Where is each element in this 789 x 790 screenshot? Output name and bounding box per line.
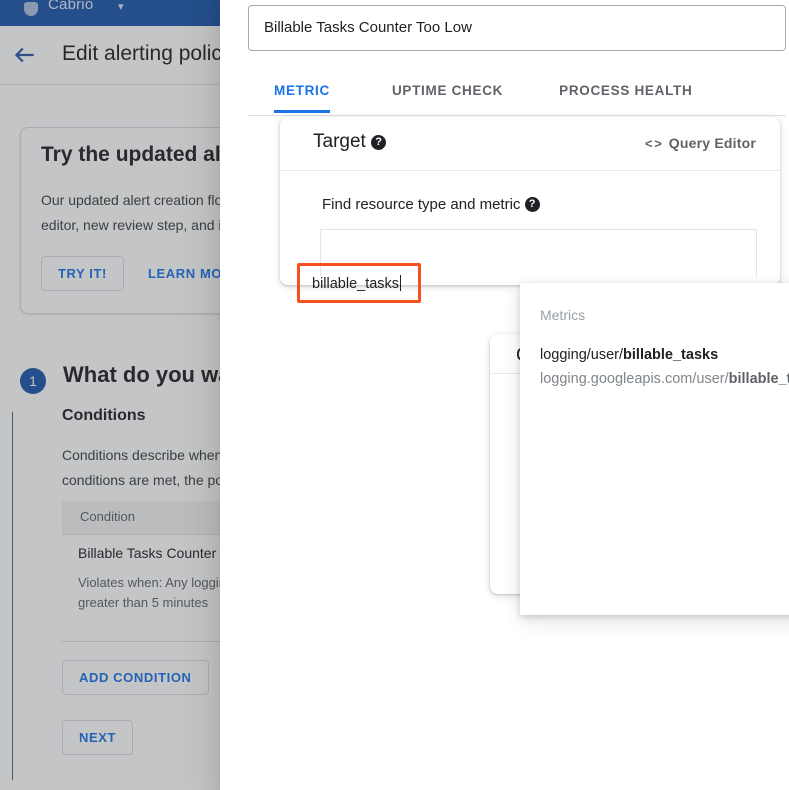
target-card-title: Target ? xyxy=(313,131,387,153)
help-circle-icon[interactable]: ? xyxy=(524,197,540,212)
tab-metric[interactable]: METRIC xyxy=(274,77,330,113)
condition-name-value: Billable Tasks Counter Too Low xyxy=(264,19,472,36)
suggestion-primary-match: billable_tasks xyxy=(623,347,719,363)
condition-dialog: Billable Tasks Counter Too Low METRIC UP… xyxy=(220,0,789,790)
help-circle-icon[interactable]: ? xyxy=(371,135,387,150)
query-editor-label: Query Editor xyxy=(668,135,756,151)
code-brackets-icon: < > xyxy=(645,135,662,151)
text-caret xyxy=(400,275,402,291)
query-editor-button[interactable]: < > Query Editor xyxy=(645,135,756,151)
suggestion-secondary-match: billable_tasks xyxy=(728,371,789,387)
list-item[interactable]: logging/user/billable_tasks gce_instance… xyxy=(520,347,789,399)
suggestion-secondary: logging.googleapis.com/user/billable_tas… xyxy=(540,371,789,387)
suggestion-primary-prefix: logging/user/ xyxy=(540,347,624,363)
target-card: Target ? < > Query Editor Find resource … xyxy=(280,117,780,285)
metric-input-value: billable_tasks xyxy=(312,275,402,292)
target-card-title-label: Target xyxy=(313,131,366,152)
metric-suggestions-dropdown: Metrics logging/user/billable_tasks gce_… xyxy=(520,283,789,615)
condition-name-input[interactable]: Billable Tasks Counter Too Low xyxy=(248,5,786,51)
suggestion-primary: logging/user/billable_tasks xyxy=(540,347,718,363)
screen: Cabrio ▾ Edit alerting policy Try the up… xyxy=(0,0,789,790)
metric-input-text: billable_tasks xyxy=(312,276,400,292)
target-card-header: Target ? < > Query Editor xyxy=(280,117,780,171)
find-resource-label-text: Find resource type and metric xyxy=(322,196,521,213)
tab-uptime-check[interactable]: UPTIME CHECK xyxy=(392,77,503,113)
tab-process-health[interactable]: PROCESS HEALTH xyxy=(559,77,692,113)
suggestion-secondary-prefix: logging.googleapis.com/user/ xyxy=(540,371,729,387)
dialog-tabs: METRIC UPTIME CHECK PROCESS HEALTH xyxy=(248,77,786,116)
find-resource-label: Find resource type and metric ? xyxy=(322,196,540,213)
metrics-group-label: Metrics xyxy=(540,307,586,323)
